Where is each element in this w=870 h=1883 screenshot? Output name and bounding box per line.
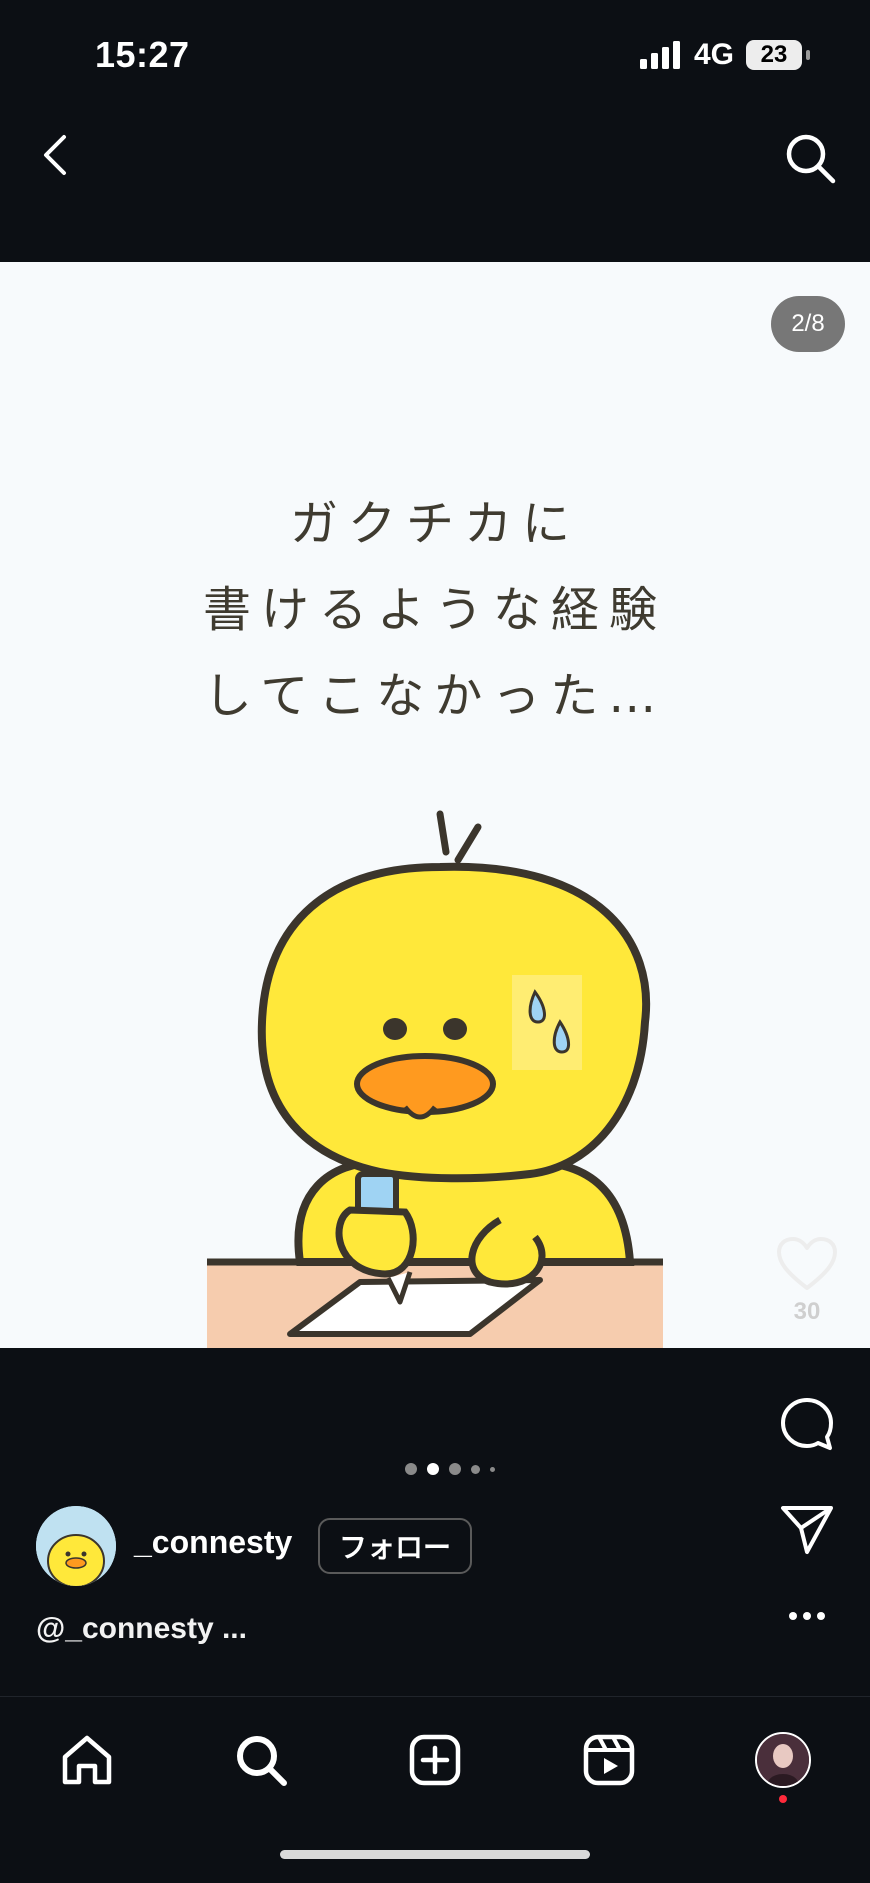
search-button[interactable] <box>780 128 840 188</box>
carousel-dot <box>405 1463 417 1475</box>
carousel-dot <box>449 1463 461 1475</box>
share-button[interactable] <box>772 1502 842 1558</box>
home-icon <box>62 1735 112 1785</box>
author-avatar[interactable] <box>36 1506 116 1586</box>
carousel-dot-active <box>427 1463 439 1475</box>
back-button[interactable] <box>30 125 80 185</box>
post-image[interactable]: 2/8 ガクチカに 書けるような経験 してこなかった… <box>0 262 870 1348</box>
carousel-dots <box>405 1463 495 1475</box>
tab-explore[interactable] <box>226 1725 296 1795</box>
reels-icon <box>583 1734 635 1786</box>
carousel-dot <box>490 1466 495 1472</box>
status-indicators: 4G 23 <box>639 38 810 72</box>
carousel-dot <box>471 1464 480 1474</box>
like-action[interactable]: 30 <box>772 1236 842 1326</box>
network-type: 4G <box>693 38 734 71</box>
author-username[interactable]: _connesty <box>134 1524 292 1561</box>
tab-home[interactable] <box>52 1725 122 1795</box>
search-icon <box>786 134 836 184</box>
comment-button[interactable] <box>772 1396 842 1452</box>
explore-icon <box>237 1736 287 1786</box>
create-icon <box>409 1734 461 1786</box>
home-indicator <box>280 1850 590 1859</box>
battery-cap <box>806 50 810 60</box>
like-count: 30 <box>793 1298 821 1325</box>
back-icon <box>44 135 66 175</box>
more-button[interactable] <box>772 1610 842 1622</box>
status-time: 15:27 <box>95 34 190 75</box>
send-icon <box>781 1506 833 1554</box>
more-icon <box>789 1612 825 1620</box>
follow-button[interactable]: フォロー <box>318 1518 472 1574</box>
tab-profile[interactable] <box>748 1725 818 1795</box>
profile-photo-icon <box>757 1734 809 1786</box>
tab-reels[interactable] <box>574 1725 644 1795</box>
chick-illustration <box>207 810 663 1348</box>
signal-icon <box>639 41 680 69</box>
comment-icon <box>781 1398 833 1450</box>
avatar-chick-icon <box>36 1506 116 1586</box>
post-caption[interactable]: @_connesty ... <box>36 1612 247 1646</box>
battery-icon: 23 <box>746 40 802 70</box>
heart-icon <box>777 1237 837 1290</box>
profile-notification-dot <box>779 1795 787 1803</box>
tab-create[interactable] <box>400 1725 470 1795</box>
profile-avatar <box>755 1732 811 1788</box>
